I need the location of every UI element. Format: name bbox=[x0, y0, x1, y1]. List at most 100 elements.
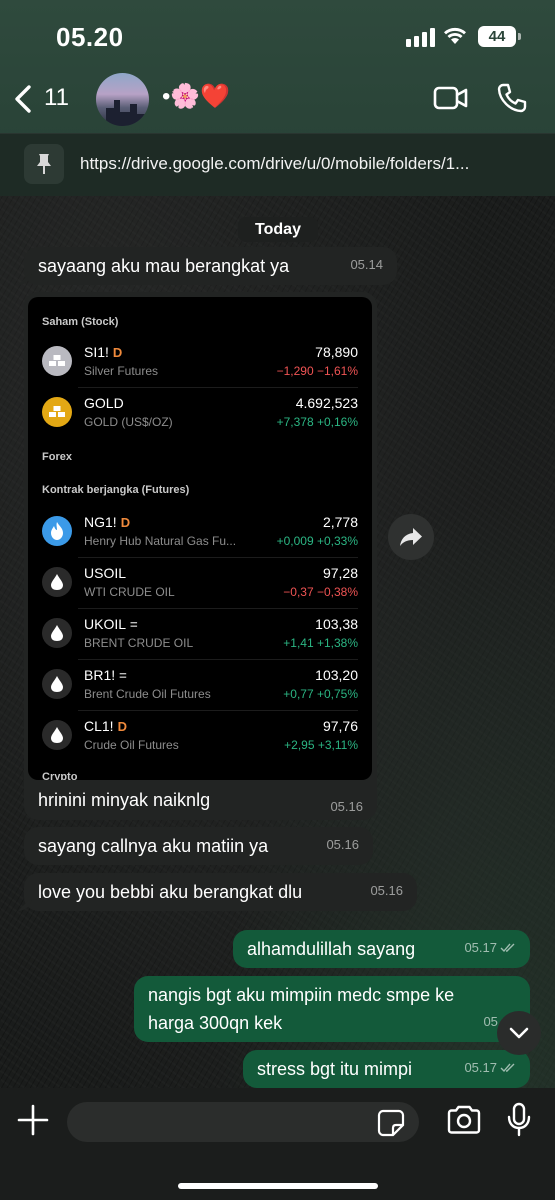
ticker-description: Crude Oil Futures bbox=[84, 738, 179, 752]
ticker-symbol: SI1! D bbox=[84, 344, 123, 360]
ticker-price: 103,38 bbox=[315, 616, 358, 632]
message-text: stress bgt itu mimpi bbox=[257, 1059, 413, 1079]
phone-icon[interactable] bbox=[496, 82, 528, 114]
ticker-change: +2,95 +3,11% bbox=[284, 738, 358, 752]
section-title: Saham (Stock) bbox=[42, 316, 119, 328]
contact-name[interactable]: •🌸❤️ bbox=[162, 82, 230, 111]
message-text: hrinini minyak naiknlg bbox=[38, 790, 211, 810]
section-title: Kontrak berjangka (Futures) bbox=[42, 484, 190, 496]
message-meta: 05.17 bbox=[464, 1054, 516, 1082]
chevron-down-icon bbox=[509, 1027, 529, 1039]
chevron-left-icon[interactable] bbox=[12, 84, 34, 114]
chat-nav-bar: 11 •🌸❤️ bbox=[0, 70, 555, 130]
ticker-change: +0,009 +0,33% bbox=[276, 534, 358, 548]
watchlist-row: SI1! D Silver Futures 78,890 −1,290 −1,61% bbox=[28, 337, 372, 388]
scroll-to-bottom-button[interactable] bbox=[497, 1011, 541, 1055]
watchlist-row: USOIL WTI CRUDE OIL 97,28 −0,37 −0,38% bbox=[28, 558, 372, 609]
forward-button[interactable] bbox=[388, 514, 434, 560]
message-time: 05.17 bbox=[464, 1060, 497, 1075]
watchlist-row: UKOIL = BRENT CRUDE OIL 103,38 +1,41 +1,38% bbox=[28, 609, 372, 660]
message-time: 05.14 bbox=[350, 257, 383, 272]
section-title: Crypto bbox=[42, 771, 78, 780]
pinned-link[interactable]: https://drive.google.com/drive/u/0/mobil… bbox=[80, 154, 530, 174]
unread-count[interactable]: 11 bbox=[44, 84, 69, 112]
message-text: love you bebbi aku berangkat dlu bbox=[38, 882, 303, 902]
message-time: 05.16 bbox=[326, 837, 359, 852]
ticker-flag: = bbox=[119, 668, 127, 683]
ticker-price: 97,28 bbox=[322, 565, 358, 581]
oil-drop-icon bbox=[42, 618, 72, 648]
ticker-symbol: USOIL bbox=[84, 565, 127, 581]
ticker-description: Henry Hub Natural Gas Fu... bbox=[84, 534, 237, 548]
gold-bars-icon bbox=[42, 397, 72, 427]
camera-icon[interactable] bbox=[446, 1105, 482, 1135]
ticker-change: −1,290 −1,61% bbox=[276, 364, 358, 378]
stock-watchlist-image[interactable]: Saham (Stock) Forex Kontrak berjangka (F… bbox=[28, 297, 372, 780]
ticker-price: 103,20 bbox=[315, 667, 358, 683]
ticker-symbol: BR1! = bbox=[84, 667, 127, 683]
status-bar: 05.20 44 bbox=[0, 0, 555, 70]
message-text: alhamdulillah sayang bbox=[247, 939, 416, 959]
message-incoming[interactable]: love you bebbi aku berangkat dlu 05.16 bbox=[24, 873, 417, 911]
message-outgoing[interactable]: nangis bgt aku mimpiin medc smpe ke harg… bbox=[134, 976, 530, 1042]
message-meta: 05.17 bbox=[464, 934, 516, 962]
message-time: 05.16 bbox=[370, 883, 403, 898]
sticker-icon[interactable] bbox=[377, 1109, 405, 1137]
ticker-description: Brent Crude Oil Futures bbox=[84, 687, 211, 701]
ticker-description: WTI CRUDE OIL bbox=[84, 585, 175, 599]
forward-icon bbox=[400, 528, 422, 546]
read-receipt-icon bbox=[500, 1063, 515, 1073]
chat-header: 05.20 44 11 •🌸❤️ https://drive.google.co… bbox=[0, 0, 555, 196]
ticker-change: +0,77 +0,75% bbox=[283, 687, 358, 701]
ticker-symbol: UKOIL = bbox=[84, 616, 138, 632]
ticker-change: +1,41 +1,38% bbox=[283, 636, 358, 650]
oil-drop-icon bbox=[42, 669, 72, 699]
flame-icon bbox=[42, 516, 72, 546]
section-title: Forex bbox=[42, 451, 72, 463]
message-time: 05.17 bbox=[464, 940, 497, 955]
message-outgoing[interactable]: stress bgt itu mimpi 05.17 bbox=[243, 1050, 530, 1088]
wifi-icon bbox=[444, 27, 466, 44]
video-call-icon[interactable] bbox=[433, 85, 469, 111]
clock: 05.20 bbox=[56, 22, 124, 52]
plus-icon[interactable] bbox=[17, 1104, 49, 1136]
battery-icon: 44 bbox=[478, 26, 521, 47]
ticker-symbol: CL1! D bbox=[84, 718, 127, 734]
ticker-price: 78,890 bbox=[315, 344, 358, 360]
message-text-line2: harga 300qn kek bbox=[148, 1013, 283, 1033]
ticker-description: BRENT CRUDE OIL bbox=[84, 636, 194, 650]
oil-drop-icon bbox=[42, 567, 72, 597]
image-caption[interactable]: hrinini minyak naiknlg 05.16 bbox=[24, 786, 377, 820]
avatar[interactable] bbox=[96, 73, 149, 126]
message-input[interactable] bbox=[67, 1102, 419, 1142]
microphone-icon[interactable] bbox=[506, 1102, 532, 1138]
message-text: sayang callnya aku matiin ya bbox=[38, 836, 269, 856]
ticker-price: 2,778 bbox=[322, 514, 358, 530]
ticker-description: GOLD (US$/OZ) bbox=[84, 415, 173, 429]
watchlist-row: BR1! = Brent Crude Oil Futures 103,20 +0,77 … bbox=[28, 660, 372, 711]
ticker-flag: D bbox=[120, 515, 131, 530]
message-time: 05.16 bbox=[330, 799, 363, 814]
message-text: nangis bgt aku mimpiin medc smpe ke bbox=[148, 985, 455, 1005]
pinned-message-bar[interactable]: https://drive.google.com/drive/u/0/mobil… bbox=[0, 133, 555, 196]
ticker-flag: D bbox=[117, 719, 127, 734]
date-separator: Today bbox=[238, 217, 318, 242]
ticker-description: Silver Futures bbox=[84, 364, 159, 378]
message-incoming[interactable]: sayaang aku mau berangkat ya 05.14 bbox=[24, 247, 397, 285]
ticker-flag: = bbox=[130, 617, 138, 632]
ticker-symbol: NG1! D bbox=[84, 514, 131, 530]
ticker-symbol: GOLD bbox=[84, 395, 124, 411]
read-receipt-icon bbox=[500, 943, 515, 953]
cellular-signal-icon bbox=[406, 27, 435, 47]
message-incoming[interactable]: sayang callnya aku matiin ya 05.16 bbox=[24, 827, 373, 865]
oil-drop-icon bbox=[42, 720, 72, 750]
message-outgoing[interactable]: alhamdulillah sayang 05.17 bbox=[233, 930, 530, 968]
watchlist-row: NG1! D Henry Hub Natural Gas Fu... 2,778 +0,… bbox=[28, 507, 372, 558]
message-text: sayaang aku mau berangkat ya bbox=[38, 256, 290, 276]
ticker-price: 4.692,523 bbox=[295, 395, 358, 411]
watchlist-row: CL1! D Crude Oil Futures 97,76 +2,95 +3,11% bbox=[28, 711, 372, 762]
home-indicator bbox=[178, 1183, 378, 1189]
silver-bars-icon bbox=[42, 346, 72, 376]
ticker-flag: D bbox=[112, 345, 123, 360]
watchlist-row: GOLD GOLD (US$/OZ) 4.692,523 +7,378 +0,16% bbox=[28, 388, 372, 439]
